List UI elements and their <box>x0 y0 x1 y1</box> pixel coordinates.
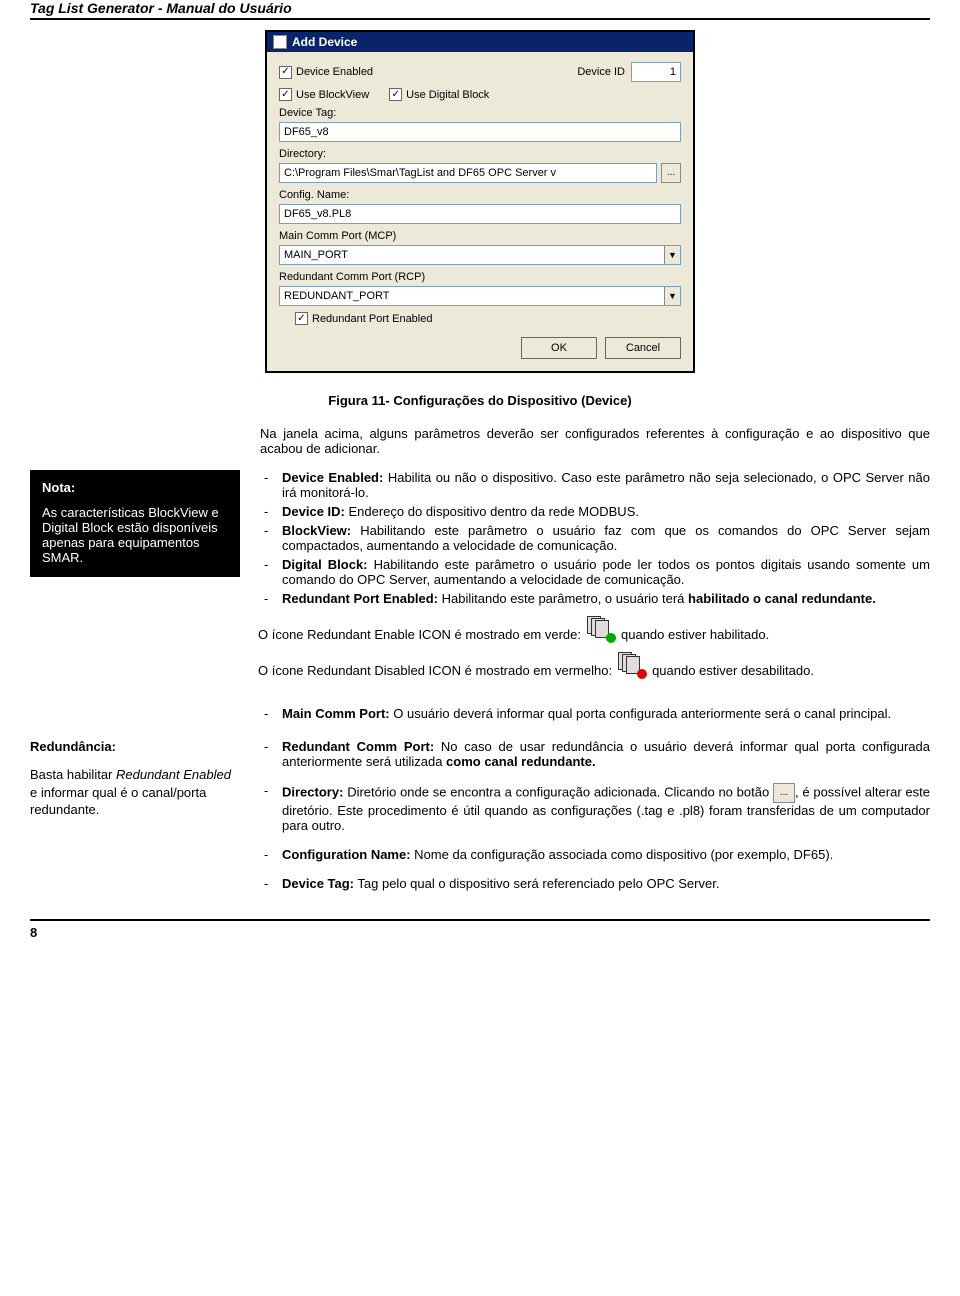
bullet-redundant-comm: Redundant Comm Port: No caso de usar red… <box>282 739 930 769</box>
redundant-enable-icon <box>587 616 615 642</box>
figure-caption: Figura 11- Configurações do Dispositivo … <box>30 393 930 408</box>
device-id-input[interactable] <box>631 62 681 82</box>
chevron-down-icon: ▼ <box>664 246 680 264</box>
dialog-icon <box>273 35 287 49</box>
rcp-select[interactable]: REDUNDANT_PORT ▼ <box>279 286 681 306</box>
directory-input[interactable] <box>279 163 657 183</box>
check-icon: ✓ <box>279 66 292 79</box>
check-icon: ✓ <box>279 88 292 101</box>
mcp-label: Main Comm Port (MCP) <box>279 230 681 242</box>
add-device-dialog: Add Device ✓ Device Enabled Device ID ✓ <box>265 30 695 373</box>
check-icon: ✓ <box>295 312 308 325</box>
redundant-disable-icon-line: O ícone Redundant Disabled ICON é mostra… <box>258 652 930 678</box>
rcp-label: Redundant Comm Port (RCP) <box>279 271 681 283</box>
directory-label: Directory: <box>279 148 681 160</box>
chevron-down-icon: ▼ <box>664 287 680 305</box>
device-enabled-label: Device Enabled <box>296 66 373 78</box>
redundancy-note: Redundância: Basta habilitar Redundant E… <box>30 739 240 819</box>
use-blockview-label: Use BlockView <box>296 89 369 101</box>
bullet-blockview: BlockView: Habilitando este parâmetro o … <box>282 523 930 553</box>
cancel-button[interactable]: Cancel <box>605 337 681 359</box>
bullet-config-name: Configuration Name: Nome da configuração… <box>282 847 930 862</box>
bullet-directory: Directory: Diretório onde se encontra a … <box>282 783 930 833</box>
browse-icon: ... <box>773 783 795 803</box>
redundant-enable-icon-line: O ícone Redundant Enable ICON é mostrado… <box>258 616 930 642</box>
dialog-titlebar: Add Device <box>267 32 693 52</box>
browse-button[interactable]: ... <box>661 163 681 183</box>
bullet-device-tag: Device Tag: Tag pelo qual o dispositivo … <box>282 876 930 891</box>
page-header: Tag List Generator - Manual do Usuário <box>30 0 930 20</box>
redundancy-head: Redundância: <box>30 739 240 754</box>
note-body: As características BlockView e Digital B… <box>42 505 228 565</box>
dialog-title: Add Device <box>292 35 357 49</box>
mcp-value: MAIN_PORT <box>280 249 664 261</box>
ok-button[interactable]: OK <box>521 337 597 359</box>
config-name-label: Config. Name: <box>279 189 681 201</box>
intro-paragraph: Na janela acima, alguns parâmetros dever… <box>30 426 930 456</box>
note-head: Nota: <box>42 480 228 495</box>
rcp-value: REDUNDANT_PORT <box>280 290 664 302</box>
mcp-select[interactable]: MAIN_PORT ▼ <box>279 245 681 265</box>
use-digital-block-label: Use Digital Block <box>406 89 489 101</box>
config-name-input[interactable] <box>279 204 681 224</box>
device-tag-label: Device Tag: <box>279 107 681 119</box>
redundant-port-checkbox[interactable]: ✓ Redundant Port Enabled <box>295 312 432 325</box>
bullet-main-comm: Main Comm Port: O usuário deverá informa… <box>282 706 930 721</box>
bullet-redundant-port: Redundant Port Enabled: Habilitando este… <box>282 591 930 606</box>
dialog-screenshot: Add Device ✓ Device Enabled Device ID ✓ <box>30 30 930 373</box>
redundancy-body: Basta habilitar Redundant Enabled e info… <box>30 766 240 819</box>
bullet-device-enabled: Device Enabled: Habilita ou não o dispos… <box>282 470 930 500</box>
bullet-digital-block: Digital Block: Habilitando este parâmetr… <box>282 557 930 587</box>
device-id-label: Device ID <box>577 66 625 78</box>
check-icon: ✓ <box>389 88 402 101</box>
page-number: 8 <box>30 919 930 940</box>
note-box-1: Nota: As características BlockView e Dig… <box>30 470 240 577</box>
device-enabled-checkbox[interactable]: ✓ Device Enabled <box>279 66 373 79</box>
redundant-disable-icon <box>618 652 646 678</box>
redundant-port-label: Redundant Port Enabled <box>312 313 432 325</box>
use-digital-block-checkbox[interactable]: ✓ Use Digital Block <box>389 88 489 101</box>
use-blockview-checkbox[interactable]: ✓ Use BlockView <box>279 88 369 101</box>
device-tag-input[interactable] <box>279 122 681 142</box>
bullet-device-id: Device ID: Endereço do dispositivo dentr… <box>282 504 930 519</box>
